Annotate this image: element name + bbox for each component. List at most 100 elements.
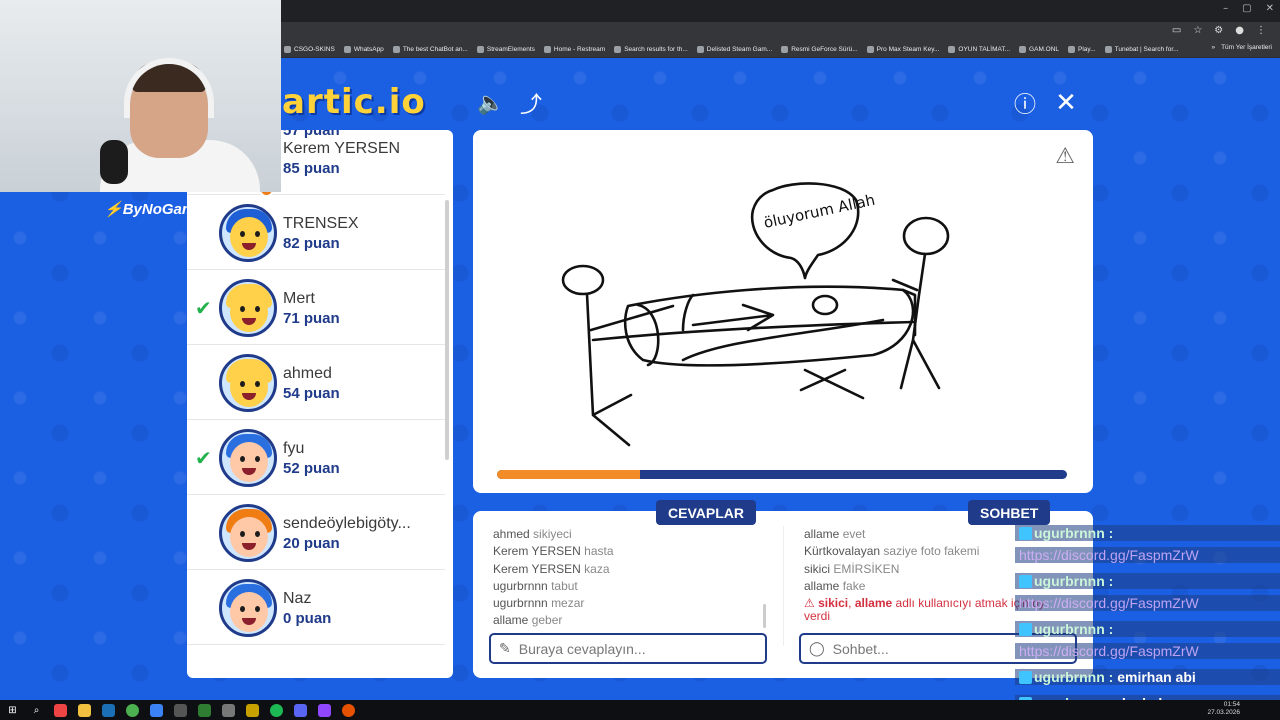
bookmark-item[interactable]: Pro Max Steam Key... [866, 46, 939, 53]
player-score: 82 puan [283, 235, 340, 252]
bookmark-favicon-icon [392, 46, 400, 53]
chrome-icon[interactable] [126, 703, 139, 717]
info-icon[interactable]: ⓘ [1010, 88, 1040, 118]
bookmark-label: WhatsApp [353, 46, 384, 53]
app-icon-red[interactable] [54, 703, 67, 717]
answer-user: Kerem YERSEN [493, 544, 581, 559]
bookmark-item[interactable]: Search results for th... [614, 46, 688, 53]
app-icon-blue[interactable] [150, 703, 163, 717]
player-row[interactable]: TRENSEX 82 puan [187, 195, 445, 270]
player-row[interactable]: Naz 0 puan [187, 570, 445, 645]
taskbar-clock[interactable]: 01:54 27.03.2026 [1207, 701, 1240, 717]
answers-scrollbar[interactable] [763, 604, 766, 628]
round-timer-fill [497, 470, 640, 479]
minimize-icon[interactable]: – [1223, 3, 1228, 14]
folder-icon[interactable] [78, 703, 91, 717]
obs-icon[interactable] [318, 703, 331, 717]
maximize-icon[interactable]: ▢ [1242, 3, 1251, 14]
bookmark-item[interactable]: StreamElements [476, 46, 535, 53]
answer-message: allame geber [493, 612, 763, 629]
spotify-icon[interactable] [270, 703, 283, 717]
clock-time: 01:54 [1223, 701, 1240, 708]
answer-user: allame [493, 613, 529, 628]
answer-placeholder: Buraya cevaplayın... [518, 640, 646, 657]
bookmark-label: CSGO-SKINS [294, 46, 335, 53]
bookmark-favicon-icon [343, 46, 351, 53]
profile-icon[interactable]: ● [1235, 25, 1244, 36]
webcam-overlay [0, 0, 281, 192]
xbox-icon[interactable] [198, 703, 211, 717]
bookmark-item[interactable]: OYUN TALİMAT... [948, 46, 1010, 53]
chat-user: sikici [804, 561, 830, 576]
avatar-eye [240, 231, 245, 237]
game-logo[interactable]: artic.io [282, 82, 426, 122]
tab-answers[interactable]: CEVAPLAR [656, 500, 756, 525]
window-close-icon[interactable]: ✕ [1266, 3, 1274, 14]
bookmark-item[interactable]: Delisted Steam Gam... [696, 46, 773, 53]
terminal-icon[interactable] [174, 703, 187, 717]
avatar-eye [240, 606, 245, 612]
bookmark-item[interactable]: Tunebat | Search for... [1104, 46, 1179, 53]
steam-icon[interactable] [102, 703, 115, 717]
menu-icon[interactable]: ⋮ [1256, 25, 1266, 36]
guessed-check-icon: ✔ [195, 446, 212, 470]
player-row[interactable]: ✔ Mert 71 puan [187, 270, 445, 345]
extensions-icon[interactable]: ⚙ [1214, 25, 1223, 36]
bookmark-item[interactable]: Home - Restream [543, 46, 605, 53]
stream-chat-link[interactable]: https://discord.gg/FaspmZrW [1019, 547, 1199, 563]
avatar-eye [255, 456, 260, 462]
windows-start-icon[interactable]: ⊞ [6, 704, 19, 717]
drawing-board: ⚠ öluyorum Allah [473, 130, 1093, 493]
app-icon-yellow[interactable] [246, 703, 259, 717]
all-bookmarks-folder[interactable]: Tüm Yer İşaretleri [1221, 44, 1272, 51]
avatar-eye [255, 306, 260, 312]
stream-chat-link[interactable]: https://discord.gg/FaspmZrW [1019, 595, 1199, 611]
bookmark-item[interactable]: CSGO-SKINS [284, 46, 335, 53]
bookmark-item[interactable]: WhatsApp [343, 46, 384, 53]
discord-icon[interactable] [294, 703, 307, 717]
bookmarks-more[interactable]: » [1211, 44, 1215, 51]
stream-chat-user: ugurbrnnn : [1034, 669, 1114, 685]
bookmark-item[interactable]: Resmi GeForce Sürü... [781, 46, 858, 53]
chat-text: saziye foto fakemi [883, 544, 980, 559]
search-icon[interactable]: ⌕ [30, 704, 43, 717]
stream-chat-overlay: ugurbrnnn : https://discord.gg/FaspmZrW ug… [1015, 521, 1280, 720]
stream-chat-link[interactable]: https://discord.gg/FaspmZrW [1019, 643, 1199, 659]
player-row[interactable]: sendeöylebigöty... 20 puan [187, 495, 445, 570]
player-list-scrollbar[interactable] [445, 200, 449, 460]
player-avatar [219, 579, 277, 637]
bookmark-item[interactable]: The best ChatBot an... [392, 46, 468, 53]
bookmark-favicon-icon [1068, 46, 1076, 53]
bookmark-favicon-icon [948, 46, 956, 53]
star-icon[interactable]: ☆ [1193, 25, 1202, 36]
bookmark-label: Delisted Steam Gam... [706, 46, 773, 53]
vote-user-a: sikici [818, 596, 849, 611]
round-timer-bar [497, 470, 1067, 479]
player-score: 71 puan [283, 310, 340, 327]
bookmark-item[interactable]: GAM.ONL [1019, 46, 1059, 53]
avatar-face [230, 367, 268, 407]
avatar-eye [240, 531, 245, 537]
bookmark-item[interactable]: Play... [1068, 46, 1096, 53]
avatar-eye [240, 306, 245, 312]
answer-message: Kerem YERSEN hasta [493, 543, 763, 560]
avatar-face [230, 442, 268, 482]
twitch-badge-icon [1019, 575, 1032, 588]
bookmark-label: StreamElements [486, 46, 535, 53]
cast-icon[interactable]: ▭ [1172, 25, 1181, 36]
app-icon-orange[interactable] [342, 703, 355, 717]
stream-chat-link-line: https://discord.gg/FaspmZrW [1015, 595, 1280, 611]
bookmark-label: Search results for th... [624, 46, 688, 53]
player-avatar [219, 429, 277, 487]
share-icon[interactable]: ⤴ [516, 88, 546, 118]
player-list[interactable]: 57 puan Kerem YERSEN 85 puan TRENSEX 82 pua… [187, 130, 453, 678]
avatar-eye [255, 381, 260, 387]
app-icon-gray[interactable] [222, 703, 235, 717]
close-icon[interactable]: ✕ [1051, 88, 1081, 118]
player-row[interactable]: ahmed 54 puan [187, 345, 445, 420]
player-name: fyu [283, 440, 305, 457]
answers-list: ahmed sikiyeci Kerem YERSEN hasta Kerem YE… [493, 526, 763, 630]
player-row[interactable]: ✔ fyu 52 puan [187, 420, 445, 495]
answer-input[interactable]: ✎ Buraya cevaplayın... [489, 633, 767, 664]
sound-icon[interactable]: 🔈 [476, 88, 506, 118]
